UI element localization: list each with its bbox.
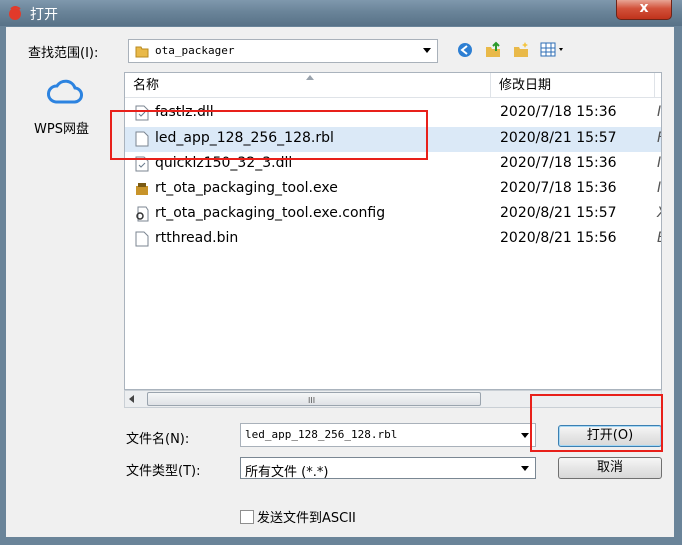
file-date: 2020/7/18 15:36 <box>500 155 617 171</box>
folder-icon <box>135 46 149 58</box>
highlight-box-selected-file <box>110 110 428 160</box>
checkbox-icon[interactable] <box>240 510 254 524</box>
sort-ascending-icon <box>306 75 314 80</box>
file-row[interactable]: rtthread.bin 2020/8/21 15:56 E <box>125 227 661 252</box>
file-type: I <box>657 180 662 196</box>
file-type: X <box>657 205 661 221</box>
file-type: I <box>657 155 662 171</box>
cancel-button[interactable]: 取消 <box>558 457 662 479</box>
file-date: 2020/7/18 15:36 <box>500 180 617 196</box>
file-type: E <box>657 230 661 246</box>
file-date: 2020/8/21 15:57 <box>500 130 617 146</box>
back-icon[interactable] <box>456 41 474 59</box>
close-button[interactable]: x <box>616 0 672 20</box>
chevron-down-icon[interactable] <box>521 433 529 438</box>
scroll-left-icon[interactable] <box>129 395 134 403</box>
new-folder-icon[interactable] <box>512 41 530 59</box>
file-type: F <box>657 130 661 146</box>
file-type-label: 文件类型(T): <box>126 464 201 479</box>
file-name: rt_ota_packaging_tool.exe.config <box>155 205 386 221</box>
file-name-input[interactable]: led_app_128_256_128.rbl <box>240 423 536 447</box>
file-row[interactable]: rt_ota_packaging_tool.exe 2020/7/18 15:3… <box>125 177 662 202</box>
look-in-label: 查找范围(I): <box>28 46 99 61</box>
file-name: rtthread.bin <box>155 230 239 246</box>
ascii-checkbox-label: 发送文件到ASCII <box>257 511 356 526</box>
chevron-down-icon[interactable] <box>423 48 431 53</box>
look-in-value: ota_packager <box>155 44 235 57</box>
file-row[interactable]: rt_ota_packaging_tool.exe.config 2020/8/… <box>125 202 661 227</box>
up-folder-icon[interactable] <box>484 41 502 59</box>
view-menu-icon[interactable] <box>540 41 568 59</box>
file-icon <box>135 231 149 247</box>
places-wps-label[interactable]: WPS网盘 <box>34 118 89 137</box>
app-icon <box>9 6 21 20</box>
file-type-value: 所有文件 (*.*) <box>245 465 329 480</box>
config-icon <box>136 206 149 222</box>
highlight-box-open-button <box>530 394 663 452</box>
chevron-down-icon[interactable] <box>521 466 529 471</box>
scrollbar-grip: III <box>308 396 316 405</box>
look-in-combo[interactable]: ota_packager <box>128 39 438 63</box>
ascii-checkbox[interactable]: 发送文件到ASCII <box>240 507 356 526</box>
scrollbar-thumb[interactable]: III <box>147 392 481 406</box>
column-header-date[interactable]: 修改日期 <box>491 73 655 98</box>
column-header-type[interactable]: 类 <box>655 73 661 98</box>
file-type-select[interactable]: 所有文件 (*.*) <box>240 457 536 480</box>
file-name: rt_ota_packaging_tool.exe <box>155 180 338 196</box>
cloud-icon[interactable] <box>46 76 84 108</box>
file-date: 2020/8/21 15:56 <box>500 230 617 246</box>
title-bar: 打开 x <box>0 0 682 26</box>
window-title: 打开 <box>30 7 58 23</box>
file-date: 2020/7/18 15:36 <box>500 104 617 120</box>
file-date: 2020/8/21 15:57 <box>500 205 617 221</box>
file-type: I <box>657 104 662 120</box>
file-name-value: led_app_128_256_128.rbl <box>245 428 398 441</box>
exe-icon <box>136 183 148 195</box>
file-name-label: 文件名(N): <box>126 432 190 447</box>
